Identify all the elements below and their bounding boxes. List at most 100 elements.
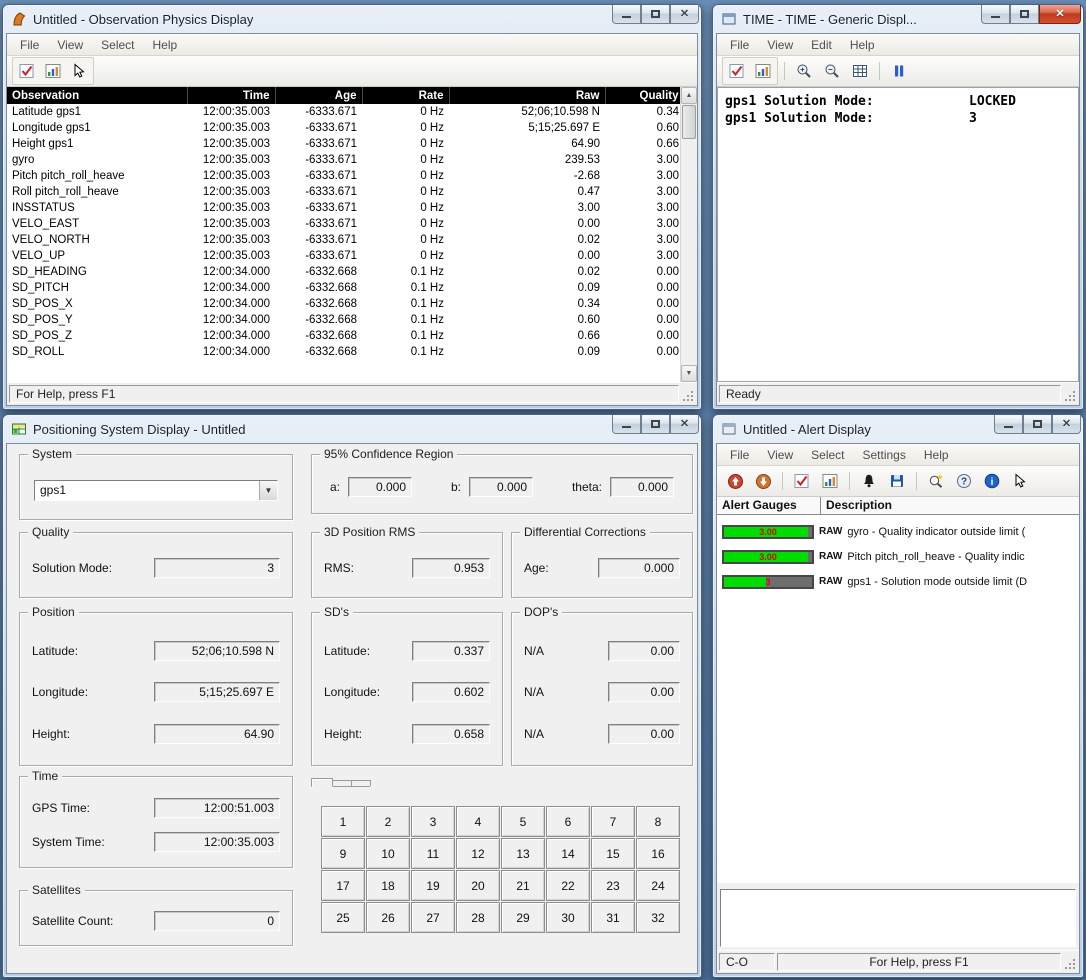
table-row[interactable]: SD_POS_X 12:00:34.000 -6332.668 0.1 Hz 0… (7, 296, 680, 312)
select-cursor-button[interactable] (1007, 469, 1033, 493)
table-row[interactable]: SD_POS_Z 12:00:34.000 -6332.668 0.1 Hz 0… (7, 328, 680, 344)
info-button[interactable]: i (979, 469, 1005, 493)
grid-button[interactable] (847, 59, 873, 83)
table-row[interactable]: Longitude gps1 12:00:35.003 -6333.671 0 … (7, 120, 680, 136)
field-value: 0 (154, 911, 280, 931)
minimize-button[interactable] (981, 5, 1010, 24)
alert-titlebar[interactable]: Untitled - Alert Display ✕ (713, 415, 1083, 443)
cell-rate: 0 Hz (362, 104, 449, 120)
menu-item[interactable]: File (721, 445, 758, 465)
bell-button[interactable] (856, 469, 882, 493)
close-button[interactable]: ✕ (670, 5, 699, 24)
table-row[interactable]: Roll pitch_roll_heave 12:00:35.003 -6333… (7, 184, 680, 200)
column-header-quality[interactable]: Quality (605, 87, 680, 104)
table-row[interactable]: SD_ROLL 12:00:34.000 -6332.668 0.1 Hz 0.… (7, 344, 680, 360)
vertical-scrollbar[interactable]: ▲ ▼ (680, 87, 697, 382)
menu-item[interactable]: View (758, 35, 802, 55)
checklist-button[interactable] (14, 59, 40, 83)
alert-list-header: Alert Gauges Description (717, 497, 1079, 515)
save-button[interactable] (884, 469, 910, 493)
alert-row[interactable]: 3.00 RAW gyro - Quality indicator outsid… (717, 519, 1079, 544)
close-button[interactable]: ✕ (670, 415, 699, 434)
table-row[interactable]: SD_PITCH 12:00:34.000 -6332.668 0.1 Hz 0… (7, 280, 680, 296)
positioning-titlebar[interactable]: Positioning System Display - Untitled ✕ (3, 415, 701, 443)
chart-button[interactable] (750, 59, 776, 83)
satellite-cell: 10 (366, 838, 410, 869)
menu-item[interactable]: View (48, 35, 92, 55)
column-header-raw[interactable]: Raw (449, 87, 605, 104)
table-row[interactable]: INSSTATUS 12:00:35.003 -6333.671 0 Hz 3.… (7, 200, 680, 216)
field-row: Age: 0.000 (512, 558, 692, 578)
table-row[interactable]: Height gps1 12:00:35.003 -6333.671 0 Hz … (7, 136, 680, 152)
maximize-button[interactable] (1010, 5, 1039, 24)
table-row[interactable]: VELO_NORTH 12:00:35.003 -6333.671 0 Hz 0… (7, 232, 680, 248)
maximize-button[interactable] (641, 5, 670, 24)
column-header-age[interactable]: Age (275, 87, 362, 104)
tab[interactable] (351, 780, 371, 786)
scrollbar-track[interactable] (681, 104, 697, 365)
scroll-down-button[interactable]: ▼ (681, 365, 697, 382)
table-row[interactable]: Pitch pitch_roll_heave 12:00:35.003 -633… (7, 168, 680, 184)
resize-grip[interactable] (1063, 957, 1077, 971)
table-row[interactable]: SD_POS_Y 12:00:34.000 -6332.668 0.1 Hz 0… (7, 312, 680, 328)
close-button[interactable]: ✕ (1039, 5, 1081, 24)
help-button[interactable]: ? (951, 469, 977, 493)
minimize-button[interactable] (612, 415, 641, 434)
resize-grip[interactable] (1063, 389, 1077, 403)
maximize-button[interactable] (641, 415, 670, 434)
observation-table-area: Observation Time Age Rate Raw Quality La… (7, 87, 697, 382)
column-header-rate[interactable]: Rate (362, 87, 449, 104)
menu-item[interactable]: File (721, 35, 758, 55)
zoom-in-button[interactable] (791, 59, 817, 83)
zoom-out-button[interactable] (819, 59, 845, 83)
chart-button[interactable] (40, 59, 66, 83)
select-cursor-button[interactable] (66, 59, 92, 83)
satellite-cell: 12 (456, 838, 500, 869)
time-titlebar[interactable]: TIME - TIME - Generic Displ... ✕ (713, 5, 1083, 33)
menu-item[interactable]: File (11, 35, 48, 55)
cell-rate: 0.1 Hz (362, 328, 449, 344)
tab[interactable] (332, 780, 352, 786)
checklist-button[interactable] (724, 59, 750, 83)
table-row[interactable]: SD_HEADING 12:00:34.000 -6332.668 0.1 Hz… (7, 264, 680, 280)
checklist-button[interactable] (789, 469, 815, 493)
menu-item[interactable]: Edit (802, 35, 841, 55)
minimize-button[interactable] (994, 415, 1023, 434)
menu-item[interactable]: View (758, 445, 802, 465)
alarm-raise-button[interactable] (722, 469, 748, 493)
close-button[interactable]: ✕ (1052, 415, 1081, 434)
table-row[interactable]: VELO_UP 12:00:35.003 -6333.671 0 Hz 0.00… (7, 248, 680, 264)
menu-item[interactable]: Select (92, 35, 143, 55)
maximize-button[interactable] (1023, 415, 1052, 434)
system-combobox[interactable]: gps1 ▼ (34, 480, 278, 501)
find-button[interactable] (923, 469, 949, 493)
alert-row[interactable]: 3.00 RAW Pitch pitch_roll_heave - Qualit… (717, 544, 1079, 569)
menu-item[interactable]: Settings (854, 445, 915, 465)
column-header-description[interactable]: Description (821, 497, 1079, 514)
quality-group: Quality Solution Mode: 3 (19, 532, 293, 598)
alarm-history-button[interactable] (750, 469, 776, 493)
menu-item[interactable]: Help (144, 35, 187, 55)
menu-item[interactable]: Help (915, 445, 958, 465)
menu-item[interactable]: Select (802, 445, 853, 465)
column-header-gauges[interactable]: Alert Gauges (717, 497, 821, 514)
scroll-up-button[interactable]: ▲ (681, 87, 697, 104)
table-row[interactable]: Latitude gps1 12:00:35.003 -6333.671 0 H… (7, 104, 680, 120)
table-row[interactable]: VELO_EAST 12:00:35.003 -6333.671 0 Hz 0.… (7, 216, 680, 232)
column-header-time[interactable]: Time (187, 87, 275, 104)
chart-button[interactable] (817, 469, 843, 493)
table-row[interactable]: gyro 12:00:35.003 -6333.671 0 Hz 239.53 … (7, 152, 680, 168)
observation-titlebar[interactable]: Untitled - Observation Physics Display ✕ (3, 5, 701, 33)
cell-quality: 3.00 (605, 184, 680, 200)
scrollbar-thumb[interactable] (682, 105, 696, 139)
column-header-observation[interactable]: Observation (7, 87, 187, 104)
cell-time: 12:00:35.003 (187, 120, 275, 136)
alert-row[interactable]: 3 RAW gps1 - Solution mode outside limit… (717, 569, 1079, 594)
chevron-down-icon[interactable]: ▼ (259, 481, 277, 500)
pause-button[interactable] (886, 59, 912, 83)
tab[interactable] (311, 778, 333, 787)
resize-grip[interactable] (681, 389, 695, 403)
field-row: Height: 64.90 (20, 724, 292, 744)
menu-item[interactable]: Help (841, 35, 884, 55)
minimize-button[interactable] (612, 5, 641, 24)
